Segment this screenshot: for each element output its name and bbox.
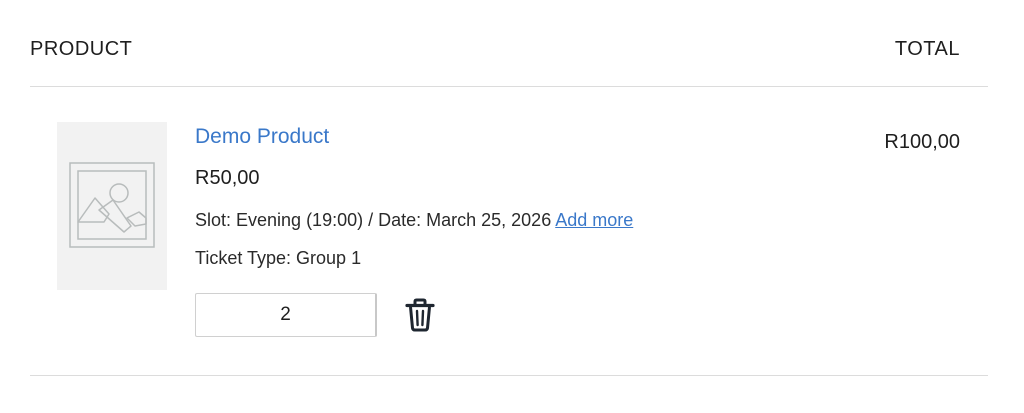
product-details: Demo Product R50,00 Slot: Evening (19:00…	[195, 123, 835, 337]
quantity-input[interactable]	[195, 293, 377, 337]
trash-icon	[405, 298, 435, 332]
product-thumbnail[interactable]	[57, 122, 167, 290]
cart-header-row: PRODUCT TOTAL	[30, 0, 988, 87]
ticket-type-text: Ticket Type: Group 1	[195, 248, 362, 268]
cart-table: PRODUCT TOTAL Demo Product R50,00 Slot: …	[30, 0, 988, 413]
product-name-link[interactable]: Demo Product	[195, 123, 329, 151]
slot-date-line: Slot: Evening (19:00) / Date: March 25, …	[195, 208, 835, 232]
quantity-controls	[195, 293, 436, 337]
slot-date-text: Slot: Evening (19:00) / Date: March 25, …	[195, 210, 552, 230]
unit-price: R50,00	[195, 167, 260, 189]
cart-item-row: Demo Product R50,00 Slot: Evening (19:00…	[30, 87, 988, 376]
add-more-link[interactable]: Add more	[555, 210, 633, 230]
remove-item-button[interactable]	[404, 297, 436, 333]
line-total: R100,00	[884, 131, 960, 153]
product-column-header: PRODUCT	[30, 38, 133, 60]
total-column-header: TOTAL	[894, 38, 960, 60]
image-placeholder-icon	[69, 162, 155, 248]
